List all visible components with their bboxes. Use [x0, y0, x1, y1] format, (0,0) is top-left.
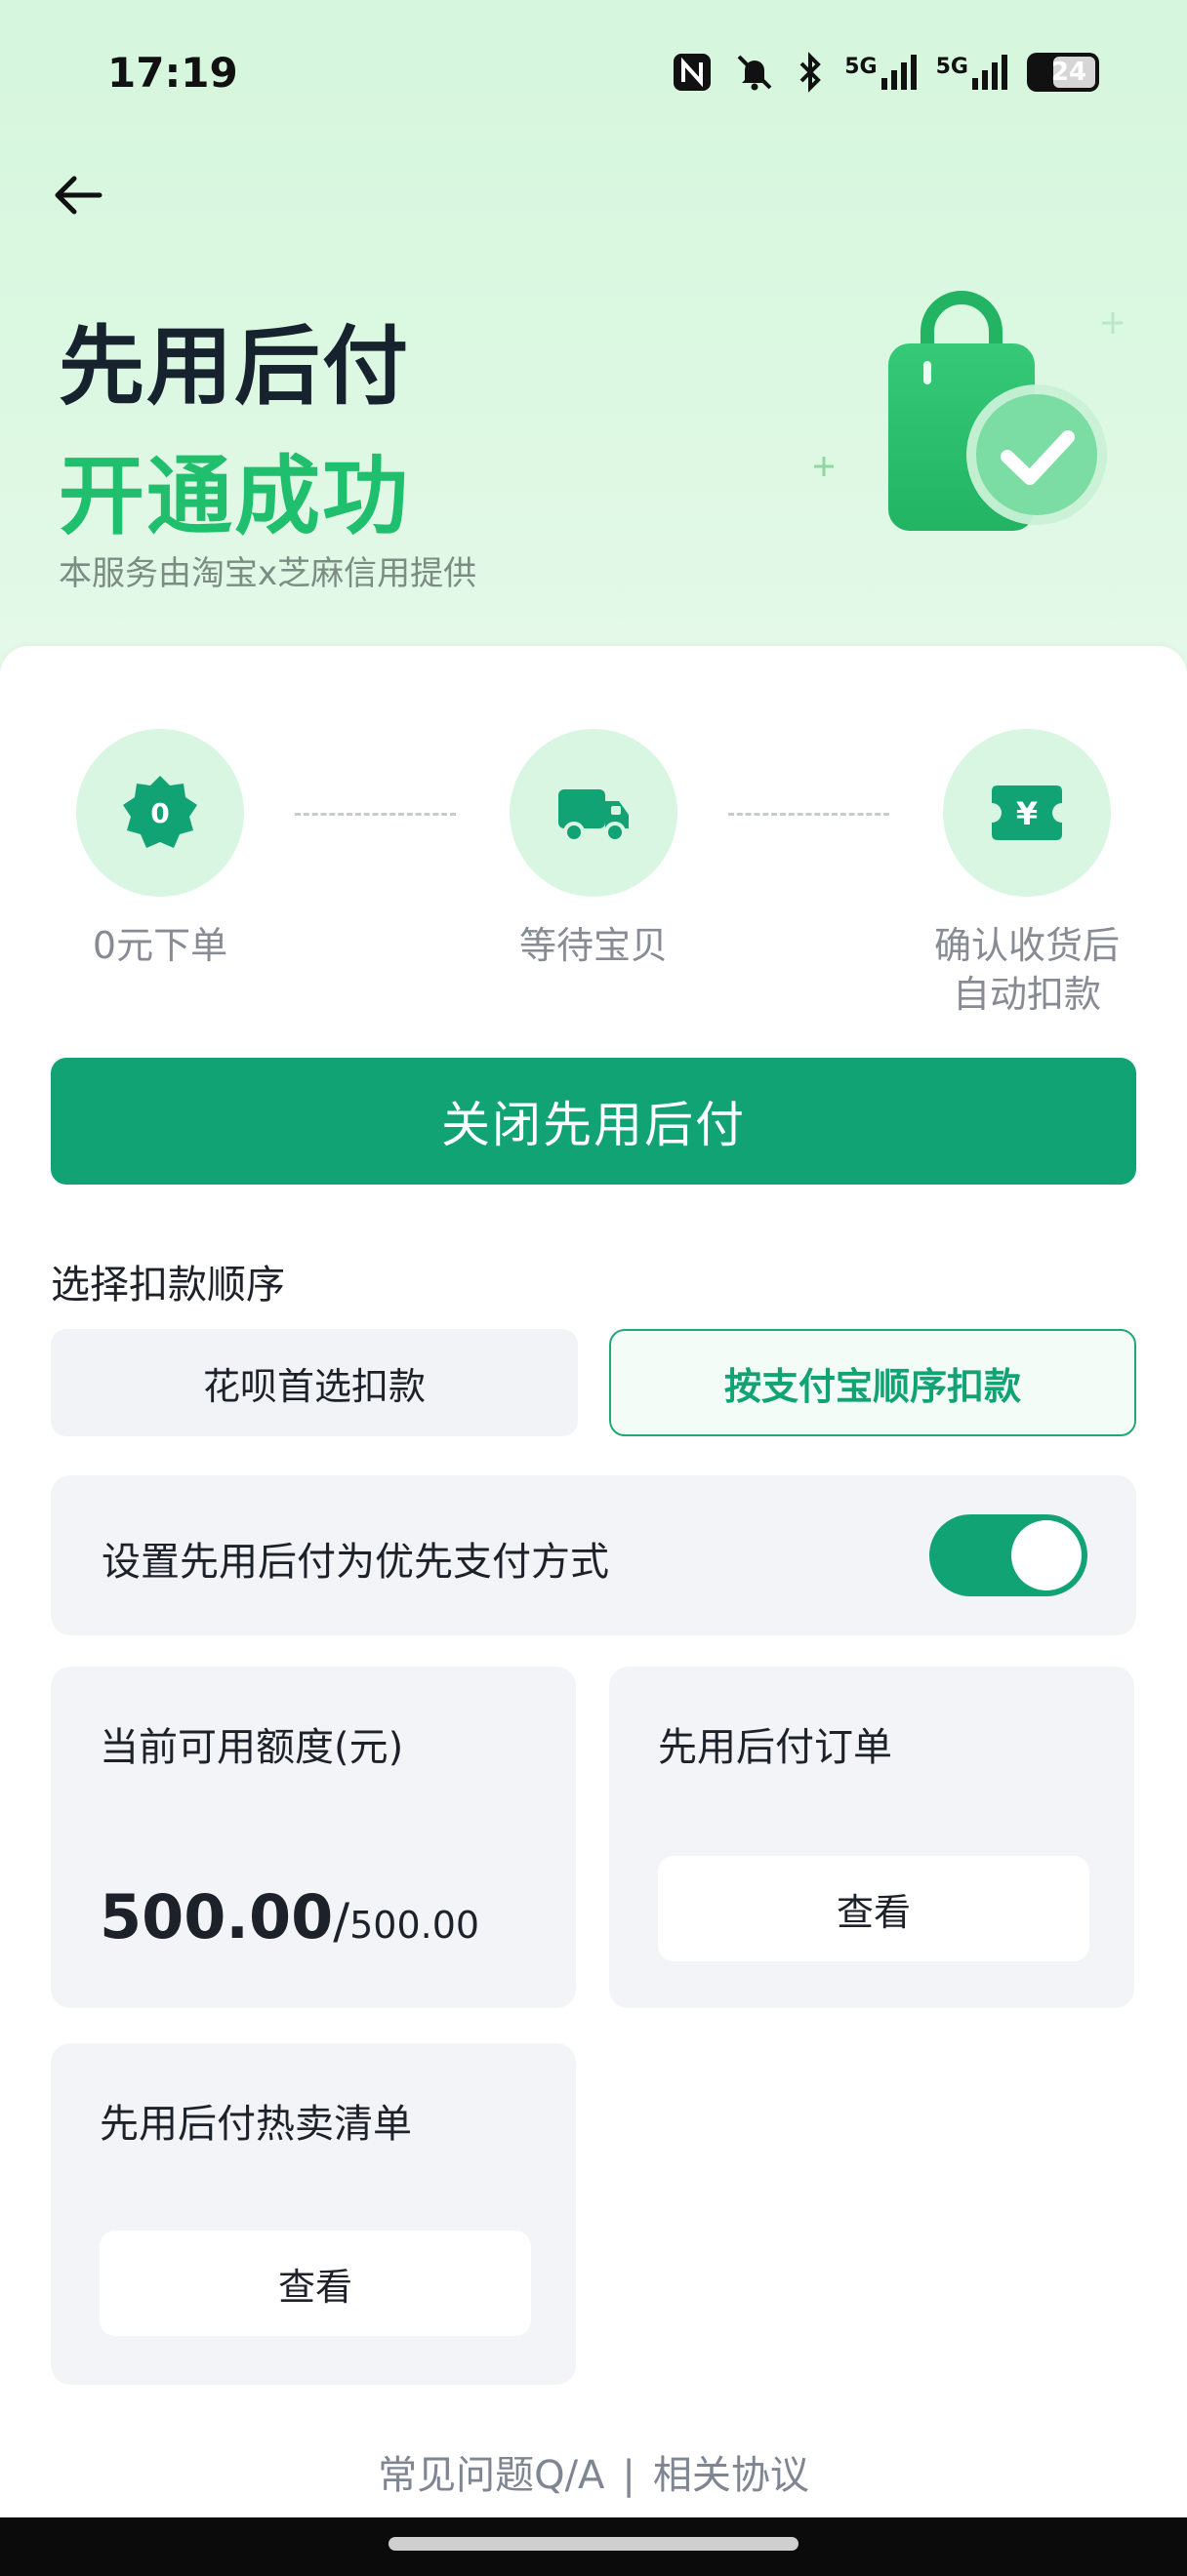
step-connector — [728, 813, 889, 816]
zero-badge-icon: 0 — [123, 776, 197, 848]
signal-5g-icon: 5G — [936, 55, 1007, 90]
home-indicator[interactable] — [389, 2537, 798, 2551]
bluetooth-icon — [799, 52, 822, 93]
preference-row: 设置先用后付为优先支付方式 — [51, 1475, 1136, 1635]
status-icons: 5G 5G 24 — [671, 51, 1099, 94]
footer-separator: | — [622, 2453, 635, 2498]
yuan-text: ¥ — [1016, 795, 1038, 832]
payment-order-title: 选择扣款顺序 — [51, 1263, 285, 1308]
page-title: 先用后付 — [59, 316, 411, 417]
step-connector — [295, 813, 456, 816]
footer-links: 常见问题Q/A | 相关协议 — [0, 2443, 1187, 2500]
status-time: 17:19 — [107, 49, 238, 97]
battery-icon: 24 — [1027, 53, 1099, 92]
option-alipay-order[interactable]: 按支付宝顺序扣款 — [609, 1329, 1136, 1436]
step-label-line: 自动扣款 — [952, 973, 1101, 1016]
quota-tile: 当前可用额度(元) 500.00/500.00 — [51, 1667, 576, 2008]
network-label: 5G — [935, 55, 968, 79]
step-label: 确认收货后 自动扣款 — [896, 921, 1158, 1019]
close-pay-later-button[interactable]: 关闭先用后付 — [51, 1058, 1136, 1185]
quota-title: 当前可用额度(元) — [100, 1725, 404, 1770]
hot-list-title: 先用后付热卖清单 — [100, 2102, 412, 2147]
step-order: 0 — [76, 729, 244, 897]
step-label: 0元下单 — [92, 924, 228, 967]
view-orders-button[interactable]: 查看 — [658, 1856, 1089, 1961]
orders-title: 先用后付订单 — [658, 1725, 892, 1770]
hot-list-tile: 先用后付热卖清单 查看 — [51, 2043, 576, 2385]
battery-level: 24 — [1050, 58, 1087, 87]
view-hot-list-button[interactable]: 查看 — [100, 2231, 531, 2336]
option-huabei-first[interactable]: 花呗首选扣款 — [51, 1329, 578, 1436]
signal-5g-icon: 5G — [844, 55, 917, 90]
preference-label: 设置先用后付为优先支付方式 — [102, 1540, 609, 1585]
truck-icon — [558, 789, 629, 843]
step-label: 等待宝贝 — [518, 924, 668, 967]
zero-badge-text: 0 — [150, 797, 169, 829]
mute-icon — [737, 55, 772, 91]
provider-subtitle: 本服务由淘宝x芝麻信用提供 — [59, 554, 477, 593]
network-label: 5G — [844, 55, 878, 79]
quota-total: 500.00 — [349, 1904, 480, 1947]
preference-toggle[interactable] — [929, 1514, 1087, 1596]
yuan-ticket-icon: ¥ — [992, 785, 1062, 840]
shopping-bag-check-icon — [791, 283, 1123, 531]
quota-value: 500.00/500.00 — [100, 1881, 479, 1952]
success-title: 开通成功 — [59, 446, 411, 546]
agreement-link[interactable]: 相关协议 — [653, 2453, 809, 2498]
orders-tile: 先用后付订单 查看 — [609, 1667, 1134, 2008]
faq-link[interactable]: 常见问题Q/A — [378, 2453, 604, 2498]
step-wait — [510, 729, 677, 897]
step-pay: ¥ — [943, 729, 1111, 897]
quota-available: 500.00 — [100, 1881, 334, 1952]
arrow-left-icon[interactable] — [49, 166, 107, 224]
nfc-icon — [674, 54, 712, 91]
toggle-knob — [1011, 1520, 1082, 1590]
quota-separator: / — [333, 1893, 350, 1950]
step-label-line: 确认收货后 — [933, 924, 1120, 967]
